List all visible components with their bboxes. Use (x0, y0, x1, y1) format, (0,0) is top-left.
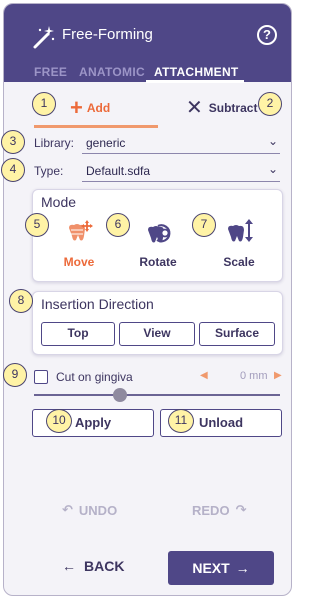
subtract-label: Subtract (208, 101, 258, 115)
plus-icon: + (70, 95, 83, 120)
scale-tooth-icon (228, 219, 253, 242)
cut-depth-value: 0 mm (240, 370, 268, 382)
direction-view-button[interactable]: View (119, 322, 195, 346)
move-tooth-icon (69, 220, 93, 241)
insertion-direction-box: Insertion Direction Top View Surface (32, 291, 283, 355)
library-select[interactable]: Library: generic ⌄ (34, 134, 280, 154)
annotation-badge-11: 11 (168, 409, 194, 433)
mode-rotate-button[interactable]: Rotate (128, 218, 188, 270)
tab-bar: FREE ANATOMIC ATTACHMENT (4, 62, 291, 83)
cut-depth-slider[interactable] (34, 388, 280, 402)
type-select[interactable]: Type: Default.sdfa ⌄ (34, 162, 280, 182)
close-x-icon: ✕ (186, 97, 203, 119)
panel-title: Free-Forming (62, 26, 153, 43)
annotation-badge-2: 2 (258, 92, 282, 116)
cut-on-gingiva-label: Cut on gingiva (56, 370, 133, 384)
increment-arrow-icon[interactable]: ▶ (274, 370, 282, 381)
undo-button[interactable]: ↶ UNDO (62, 502, 117, 518)
mode-scale-label: Scale (223, 255, 255, 269)
annotation-badge-8: 8 (9, 289, 33, 313)
direction-surface-button[interactable]: Surface (199, 322, 275, 346)
direction-top-button[interactable]: Top (41, 322, 115, 346)
annotation-badge-1: 1 (32, 92, 56, 116)
add-button[interactable]: + Add (70, 96, 110, 120)
next-label: NEXT (192, 560, 230, 576)
active-tab-indicator (146, 80, 244, 83)
cut-on-gingiva-checkbox[interactable] (34, 370, 48, 384)
help-icon[interactable]: ? (257, 25, 277, 45)
undo-label: UNDO (78, 502, 118, 518)
back-button[interactable]: ← BACK (62, 558, 124, 574)
chevron-down-icon: ⌄ (267, 134, 278, 148)
annotation-badge-10: 10 (46, 409, 72, 433)
next-button[interactable]: NEXT → (168, 551, 274, 585)
cut-on-gingiva-row: Cut on gingiva ◀ 0 mm ▶ (34, 368, 282, 386)
arrow-left-icon: ← (62, 558, 76, 574)
library-label: Library: (34, 136, 75, 150)
panel-header: Free-Forming ? FREE ANATOMIC ATTACHMENT (4, 4, 291, 83)
annotation-badge-7: 7 (192, 213, 216, 237)
tab-anatomic[interactable]: ANATOMIC (79, 65, 145, 79)
arrow-right-icon: → (235, 560, 250, 576)
add-active-indicator (34, 125, 158, 128)
type-label: Type: (34, 164, 64, 178)
redo-button[interactable]: REDO ↷ (192, 502, 246, 518)
title-row: Free-Forming ? (4, 22, 291, 50)
mode-scale-button[interactable]: Scale (209, 218, 269, 270)
type-underline (82, 181, 280, 182)
insertion-direction-title: Insertion Direction (41, 296, 154, 312)
library-underline (82, 153, 280, 154)
mode-title: Mode (41, 194, 77, 210)
redo-label: REDO (192, 502, 230, 518)
annotation-badge-5: 5 (25, 213, 49, 237)
decrement-arrow-icon[interactable]: ◀ (200, 370, 208, 381)
annotation-badge-6: 6 (106, 213, 130, 237)
library-value: generic (86, 136, 126, 150)
annotation-badge-9: 9 (3, 363, 27, 387)
slider-thumb[interactable] (113, 388, 127, 402)
tab-free[interactable]: FREE (34, 65, 67, 79)
undo-arrow-icon: ↶ (62, 502, 73, 517)
redo-arrow-icon: ↷ (235, 502, 247, 517)
tab-attachment[interactable]: ATTACHMENT (154, 65, 239, 79)
mode-move-label: Move (63, 255, 95, 269)
type-value: Default.sdfa (86, 164, 151, 178)
mode-move-button[interactable]: Move (49, 218, 109, 270)
annotation-badge-3: 3 (1, 130, 25, 154)
annotation-badge-4: 4 (1, 158, 25, 182)
mode-box: Mode Move Rotate Scale (32, 189, 283, 282)
mode-rotate-label: Rotate (139, 255, 177, 269)
slider-track (34, 394, 280, 396)
add-label: Add (86, 101, 111, 115)
chevron-down-icon: ⌄ (267, 162, 278, 176)
back-label: BACK (84, 558, 125, 574)
subtract-button[interactable]: ✕ Subtract (186, 96, 257, 120)
rotate-tooth-icon (148, 224, 171, 243)
magic-wand-icon (33, 26, 55, 49)
